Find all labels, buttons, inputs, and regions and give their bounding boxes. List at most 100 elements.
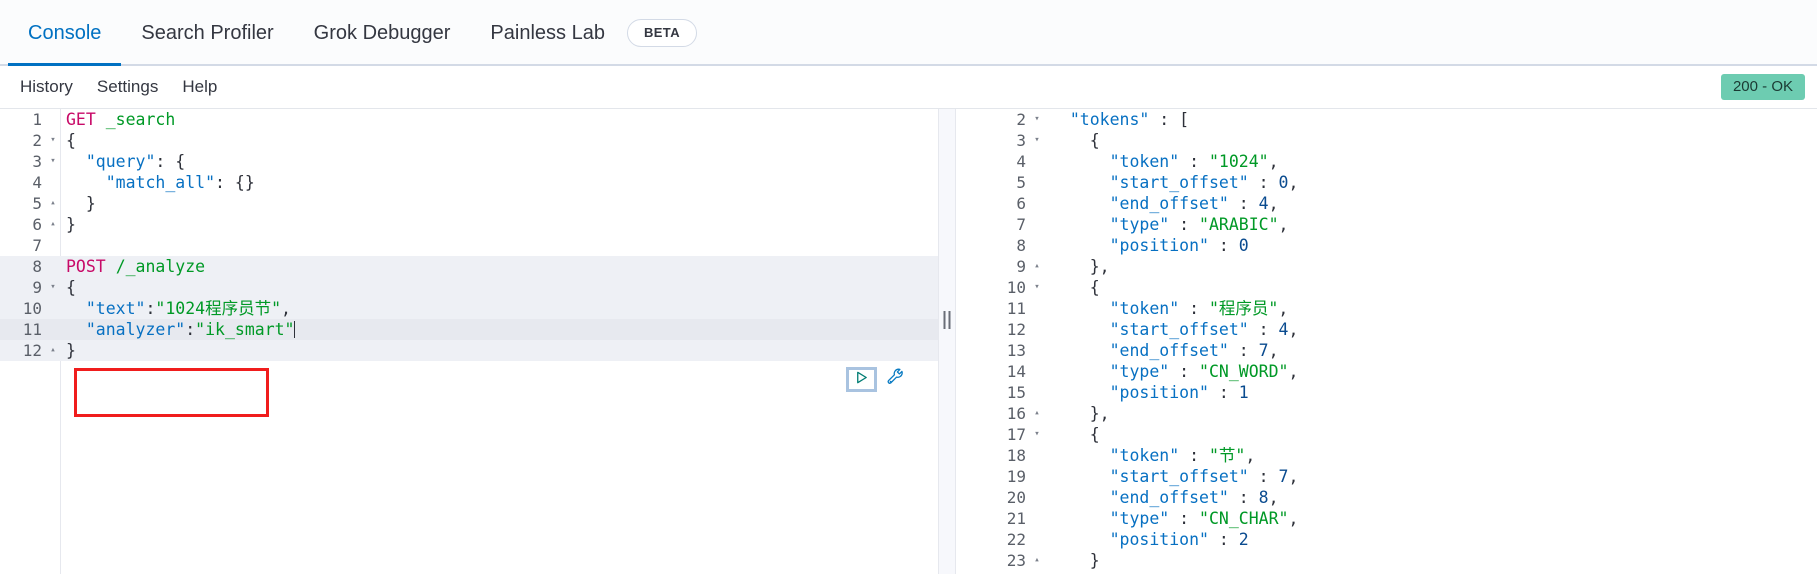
code-line[interactable]: 12 ▴} <box>0 340 938 361</box>
code-line[interactable]: 12 "start_offset" : 4, <box>956 319 1817 340</box>
code-line[interactable]: 19 "start_offset" : 7, <box>956 466 1817 487</box>
code-text: } <box>66 215 76 234</box>
fold-toggle-icon[interactable]: ▴ <box>1030 256 1044 277</box>
code-line[interactable]: 23 ▴ } <box>956 550 1817 571</box>
code-line[interactable]: 2 ▾ "tokens" : [ <box>956 109 1817 130</box>
code-text: "tokens" : [ <box>1069 110 1190 129</box>
pane-splitter[interactable] <box>938 109 956 574</box>
line-number: 20 <box>1006 488 1026 507</box>
request-editor-lines[interactable]: 1 GET _search 2 ▾{3 ▾ "query": {4 "match_all… <box>0 109 938 361</box>
code-text: }, <box>1089 404 1110 423</box>
code-text: { <box>1089 425 1100 444</box>
code-line[interactable]: 14 "type" : "CN_WORD", <box>956 361 1817 382</box>
beta-badge: BETA <box>626 19 697 47</box>
fold-toggle-icon[interactable]: ▴ <box>1030 403 1044 424</box>
fold-toggle-icon[interactable]: ▾ <box>1030 130 1044 151</box>
open-documentation-button[interactable] <box>884 368 908 392</box>
code-text: "token" : "程序员", <box>1109 299 1289 318</box>
line-number: 13 <box>1006 341 1026 360</box>
code-line[interactable]: 11 "analyzer":"ik_smart" <box>0 319 938 340</box>
code-text: "start_offset" : 0, <box>1109 173 1299 192</box>
fold-toggle-icon[interactable]: ▾ <box>46 130 60 151</box>
line-number: 6 <box>1016 194 1026 213</box>
play-icon <box>854 370 869 390</box>
line-number: 4 <box>32 173 42 192</box>
fold-toggle-icon[interactable]: ▴ <box>1030 550 1044 571</box>
line-number: 15 <box>1006 383 1026 402</box>
code-line[interactable]: 8 POST /_analyze <box>0 256 938 277</box>
code-line[interactable]: 7 "type" : "ARABIC", <box>956 214 1817 235</box>
tab-console[interactable]: Console <box>8 0 122 66</box>
code-line[interactable]: 3 ▾ { <box>956 130 1817 151</box>
subnav-item-help[interactable]: Help <box>170 77 229 97</box>
line-number: 2 <box>32 131 42 150</box>
code-text: "position" : 1 <box>1109 383 1249 402</box>
code-line[interactable]: 11 "token" : "程序员", <box>956 298 1817 319</box>
fold-toggle-icon[interactable]: ▾ <box>46 151 60 172</box>
wrench-icon <box>886 367 906 392</box>
tab-grok-debugger-label: Grok Debugger <box>313 22 451 44</box>
console-split-view: 1 GET _search 2 ▾{3 ▾ "query": {4 "match_all… <box>0 108 1817 574</box>
code-text: { <box>66 278 76 297</box>
fold-toggle-icon[interactable]: ▾ <box>46 277 60 298</box>
code-line[interactable]: 5 ▴ } <box>0 193 938 214</box>
send-request-button[interactable] <box>846 367 877 392</box>
fold-toggle-icon[interactable]: ▾ <box>1030 424 1044 445</box>
code-text: { <box>66 131 76 150</box>
code-text: "match_all": {} <box>105 173 255 192</box>
request-editor-pane[interactable]: 1 GET _search 2 ▾{3 ▾ "query": {4 "match_all… <box>0 109 938 574</box>
code-line[interactable]: 9 ▴ }, <box>956 256 1817 277</box>
code-line[interactable]: 10 "text":"1024程序员节", <box>0 298 938 319</box>
fold-toggle-icon[interactable]: ▴ <box>46 214 60 235</box>
fold-toggle-icon[interactable]: ▾ <box>1030 277 1044 298</box>
line-number: 4 <box>1016 152 1026 171</box>
line-number: 3 <box>1016 131 1026 150</box>
line-number: 1 <box>32 110 42 129</box>
code-line[interactable]: 3 ▾ "query": { <box>0 151 938 172</box>
code-line[interactable]: 6 "end_offset" : 4, <box>956 193 1817 214</box>
code-line[interactable]: 8 "position" : 0 <box>956 235 1817 256</box>
code-line[interactable]: 4 "match_all": {} <box>0 172 938 193</box>
app-tab-bar: Console Search Profiler Grok Debugger Pa… <box>0 0 1817 66</box>
response-viewer-pane[interactable]: 2 ▾ "tokens" : [3 ▾ {4 "token" : "1024", 5 … <box>956 109 1817 574</box>
line-number: 10 <box>22 299 42 318</box>
code-line[interactable]: 9 ▾ { <box>0 277 938 298</box>
line-number: 21 <box>1006 509 1026 528</box>
response-viewer-lines[interactable]: 2 ▾ "tokens" : [3 ▾ {4 "token" : "1024", 5 … <box>956 109 1817 571</box>
code-line[interactable]: 1 GET _search <box>0 109 938 130</box>
code-line[interactable]: 21 "type" : "CN_CHAR", <box>956 508 1817 529</box>
code-text: "end_offset" : 4, <box>1109 194 1279 213</box>
code-text: { <box>1089 278 1100 297</box>
code-line[interactable]: 4 "token" : "1024", <box>956 151 1817 172</box>
line-number: 3 <box>32 152 42 171</box>
line-number: 18 <box>1006 446 1026 465</box>
tab-grok-debugger[interactable]: Grok Debugger <box>294 0 471 66</box>
code-line[interactable]: 7 <box>0 235 938 256</box>
subnav-item-history[interactable]: History <box>8 77 85 97</box>
fold-toggle-icon[interactable]: ▾ <box>1030 109 1044 130</box>
console-subnav: History Settings Help 200 - OK <box>0 66 1817 108</box>
code-line[interactable]: 2 ▾ { <box>0 130 938 151</box>
code-text: "type" : "ARABIC", <box>1109 215 1289 234</box>
line-number: 5 <box>1016 173 1026 192</box>
fold-toggle-icon[interactable]: ▴ <box>46 340 60 361</box>
line-number: 10 <box>1006 278 1026 297</box>
tab-painless-lab[interactable]: Painless Lab <box>470 0 625 66</box>
code-line[interactable]: 13 "end_offset" : 7, <box>956 340 1817 361</box>
code-line[interactable]: 22 "position" : 2 <box>956 529 1817 550</box>
code-text: "token" : "节", <box>1109 446 1256 465</box>
code-line[interactable]: 10 ▾ { <box>956 277 1817 298</box>
code-text: "end_offset" : 8, <box>1109 488 1279 507</box>
tab-console-label: Console <box>28 22 102 44</box>
fold-toggle-icon[interactable]: ▴ <box>46 193 60 214</box>
code-line[interactable]: 6 ▴} <box>0 214 938 235</box>
code-line[interactable]: 15 "position" : 1 <box>956 382 1817 403</box>
code-line[interactable]: 20 "end_offset" : 8, <box>956 487 1817 508</box>
tab-search-profiler[interactable]: Search Profiler <box>121 0 293 66</box>
code-line[interactable]: 18 "token" : "节", <box>956 445 1817 466</box>
code-line[interactable]: 5 "start_offset" : 0, <box>956 172 1817 193</box>
line-number: 22 <box>1006 530 1026 549</box>
code-line[interactable]: 17 ▾ { <box>956 424 1817 445</box>
code-line[interactable]: 16 ▴ }, <box>956 403 1817 424</box>
subnav-item-settings[interactable]: Settings <box>85 77 170 97</box>
